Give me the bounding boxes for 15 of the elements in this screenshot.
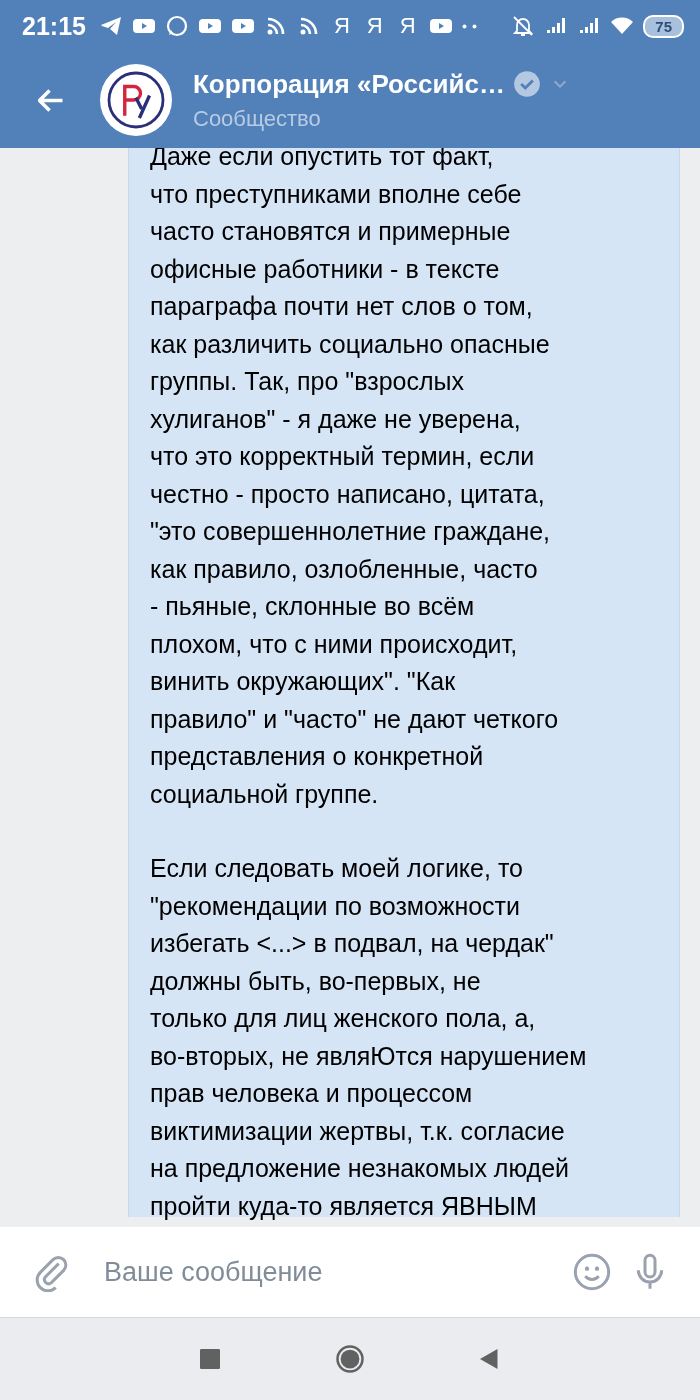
community-subtitle: Сообщество (193, 105, 322, 132)
community-title[interactable]: Корпорация «Российс… (193, 68, 505, 100)
notification-letter: Я (365, 13, 384, 39)
bell-off-icon (511, 14, 536, 38)
message-paragraph: Если следовать моей логике, то "рекомендации по возможности избегать <...> в подвал, на чердак" должны быть, во-первых, не только для лиц женского пола, а, во-вторых, не являЮтся нарушением прав человека и процессом виктимизации жертвы, т.к. согласие на предложение незнакомых людей пройти куда-то является ЯВНЫМ (150, 853, 588, 1222)
notification-letter: Я (398, 13, 417, 39)
chat-icon (164, 14, 189, 38)
notification-letter: Я (332, 13, 351, 39)
more-icon (461, 23, 477, 29)
home-button[interactable] (335, 1344, 365, 1374)
battery-indicator: 75 (643, 14, 684, 38)
status-time: 21:15 (22, 11, 86, 41)
back-icon[interactable] (38, 88, 64, 112)
smiley-icon[interactable] (572, 1252, 612, 1292)
community-avatar[interactable] (100, 64, 172, 136)
